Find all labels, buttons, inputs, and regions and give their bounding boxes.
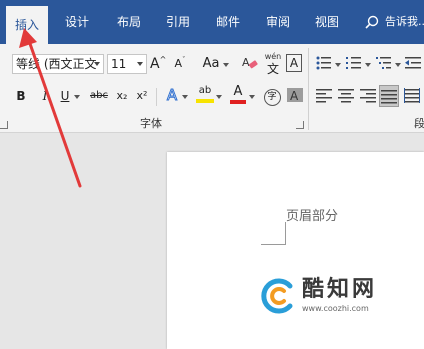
chevron-down-icon[interactable] <box>223 63 229 67</box>
font-color-bar <box>230 100 246 104</box>
phonetic-guide-button[interactable]: wén 文 <box>263 52 283 76</box>
character-shading-icon: A <box>287 88 303 103</box>
font-color-icon: A <box>233 84 243 99</box>
tab-view[interactable]: 视图 <box>315 12 339 32</box>
font-size-value: 11 <box>111 57 127 71</box>
distributed-icon <box>404 88 420 103</box>
align-center-button[interactable] <box>338 87 354 107</box>
character-border-button[interactable]: A <box>286 54 302 72</box>
font-size-select[interactable]: 11 <box>107 54 147 74</box>
divider <box>156 88 157 106</box>
chevron-down-icon[interactable] <box>74 95 80 99</box>
chevron-down-icon[interactable] <box>395 63 401 67</box>
character-border-icon: A <box>289 56 299 70</box>
decrease-indent-button[interactable] <box>405 55 421 75</box>
highlight-color-bar <box>196 99 214 103</box>
bullets-button[interactable] <box>316 55 332 75</box>
grow-font-icon: A <box>150 56 160 72</box>
underline-button[interactable]: U <box>58 86 72 106</box>
font-dialog-launcher-icon[interactable] <box>296 121 304 129</box>
tell-me-label: 告诉我... <box>385 15 424 28</box>
ribbon-tab-bar: 插入 设计 布局 引用 邮件 审阅 视图 告诉我... <box>0 0 424 44</box>
paragraph-group-label: 段 <box>414 117 424 130</box>
font-color-button[interactable]: A <box>230 84 246 104</box>
chevron-down-icon[interactable] <box>137 62 143 66</box>
tab-layout[interactable]: 布局 <box>117 12 141 32</box>
text-highlight-button[interactable]: ab <box>196 84 214 104</box>
numbered-list-icon <box>346 57 361 69</box>
chevron-down-icon[interactable] <box>94 62 100 66</box>
enclose-characters-button[interactable]: 字 <box>263 86 281 106</box>
enclose-characters-icon: 字 <box>263 89 281 106</box>
group-divider <box>308 48 309 130</box>
subscript-button[interactable]: x₂ <box>114 86 130 106</box>
align-right-icon <box>360 89 376 103</box>
tab-review[interactable]: 审阅 <box>266 12 290 32</box>
superscript-button[interactable]: x² <box>134 86 150 106</box>
shrink-font-icon: A <box>174 57 183 70</box>
justify-button[interactable] <box>379 85 399 107</box>
text-effects-button[interactable]: A <box>164 85 180 105</box>
tab-references[interactable]: 引用 <box>166 12 190 32</box>
font-name-value: 等线 (西文正文 <box>16 57 97 71</box>
distributed-button[interactable] <box>404 87 420 107</box>
svg-text:A: A <box>290 89 299 103</box>
chevron-down-icon[interactable] <box>216 95 222 99</box>
shrink-font-button[interactable]: Aˇ <box>172 54 188 74</box>
character-shading-button[interactable]: A <box>286 86 304 106</box>
tab-mailings[interactable]: 邮件 <box>216 12 240 32</box>
chevron-down-icon[interactable] <box>365 63 371 67</box>
multilevel-list-button[interactable] <box>376 55 392 75</box>
chevron-down-icon[interactable] <box>249 95 255 99</box>
align-left-button[interactable] <box>316 87 332 107</box>
chevron-down-icon[interactable] <box>335 63 341 67</box>
font-name-select[interactable]: 等线 (西文正文 <box>12 54 104 74</box>
font-group-label: 字体 <box>140 117 162 130</box>
phonetic-bottom-label: 文 <box>266 62 279 76</box>
clear-formatting-button[interactable]: A <box>241 54 259 74</box>
italic-button[interactable]: I <box>38 86 52 106</box>
strikethrough-button[interactable]: abc <box>88 86 110 106</box>
multilevel-list-icon <box>376 57 391 69</box>
bullet-list-icon <box>316 56 331 70</box>
margin-corner-mark <box>261 222 286 245</box>
justify-icon <box>381 90 397 104</box>
document-page[interactable] <box>167 152 424 349</box>
clipboard-dialog-launcher-icon[interactable] <box>0 121 8 129</box>
coozhi-logo-icon <box>261 278 293 314</box>
tab-design[interactable]: 设计 <box>65 12 89 32</box>
numbering-button[interactable] <box>346 55 362 75</box>
tab-insert[interactable]: 插入 <box>6 6 49 44</box>
ribbon: 等线 (西文正文 11 A^ Aˇ Aa A wén 文 A B I U abc… <box>0 44 424 133</box>
align-center-icon <box>338 89 354 103</box>
eraser-icon: A <box>242 56 258 69</box>
chevron-down-icon[interactable] <box>182 95 188 99</box>
grow-font-button[interactable]: A^ <box>150 54 166 74</box>
align-left-icon <box>316 89 332 103</box>
watermark-title: 酷知网 <box>302 277 378 302</box>
align-right-button[interactable] <box>360 87 376 107</box>
svg-text:A: A <box>242 56 250 69</box>
decrease-indent-icon <box>405 57 421 69</box>
watermark-url: www.coozhi.com <box>302 304 369 313</box>
phonetic-top-label: wén <box>264 52 282 61</box>
change-case-button[interactable]: Aa <box>200 54 222 74</box>
change-case-icon: Aa <box>202 56 220 71</box>
highlight-pen-icon: ab <box>198 85 212 96</box>
header-text[interactable]: 页眉部分 <box>286 208 338 226</box>
lightbulb-search-icon <box>365 15 379 29</box>
bold-button[interactable]: B <box>14 86 28 106</box>
